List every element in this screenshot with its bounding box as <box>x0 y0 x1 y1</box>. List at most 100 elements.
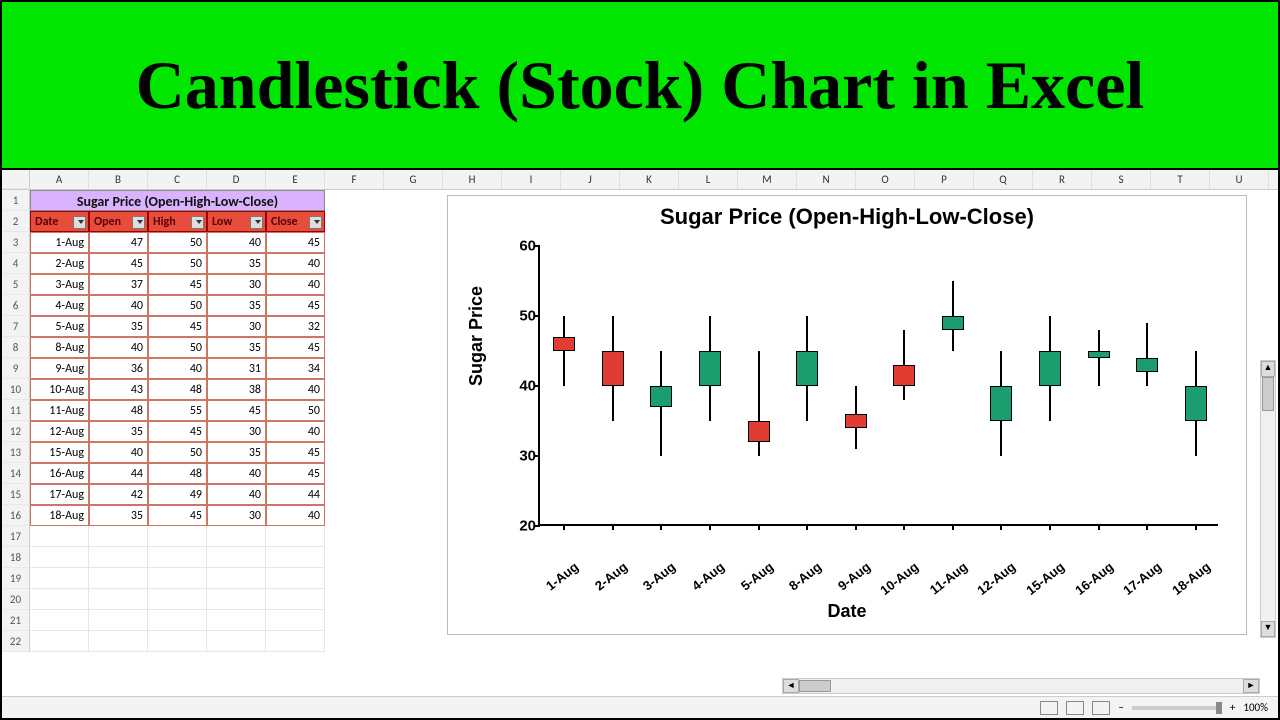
table-cell[interactable]: 30 <box>207 274 266 295</box>
table-cell[interactable]: 40 <box>266 253 325 274</box>
table-header-cell[interactable]: Date <box>30 211 89 232</box>
table-header-cell[interactable]: Close <box>266 211 325 232</box>
row-number[interactable]: 14 <box>2 463 30 484</box>
vertical-scrollbar[interactable]: ▲ ▼ <box>1260 360 1276 638</box>
table-cell[interactable]: 35 <box>89 316 148 337</box>
table-cell[interactable]: 50 <box>148 337 207 358</box>
empty-cell[interactable] <box>266 589 325 610</box>
column-header[interactable]: K <box>620 170 679 189</box>
table-cell[interactable]: 8-Aug <box>30 337 89 358</box>
horizontal-scroll-thumb[interactable] <box>799 680 831 692</box>
empty-cell[interactable] <box>148 547 207 568</box>
row-number[interactable]: 19 <box>2 568 30 589</box>
column-header[interactable]: S <box>1092 170 1151 189</box>
table-cell[interactable]: 42 <box>89 484 148 505</box>
scroll-up-button[interactable]: ▲ <box>1261 361 1275 377</box>
horizontal-scrollbar[interactable]: ◄ ► <box>782 678 1260 694</box>
table-cell[interactable]: 48 <box>89 400 148 421</box>
table-cell[interactable]: 17-Aug <box>30 484 89 505</box>
empty-cell[interactable] <box>266 631 325 652</box>
table-cell[interactable]: 2-Aug <box>30 253 89 274</box>
table-cell[interactable]: 3-Aug <box>30 274 89 295</box>
candlestick-chart[interactable]: Sugar Price (Open-High-Low-Close) Sugar … <box>447 195 1247 635</box>
column-header[interactable]: T <box>1151 170 1210 189</box>
table-cell[interactable]: 40 <box>207 232 266 253</box>
table-cell[interactable]: 1-Aug <box>30 232 89 253</box>
empty-cell[interactable] <box>148 631 207 652</box>
row-number[interactable]: 1 <box>2 190 30 211</box>
table-cell[interactable]: 55 <box>148 400 207 421</box>
empty-cell[interactable] <box>89 568 148 589</box>
table-cell[interactable]: 34 <box>266 358 325 379</box>
row-number[interactable]: 21 <box>2 610 30 631</box>
zoom-out-button[interactable]: − <box>1118 701 1123 714</box>
table-cell[interactable]: 50 <box>148 253 207 274</box>
row-number[interactable]: 22 <box>2 631 30 652</box>
table-cell[interactable]: 30 <box>207 505 266 526</box>
table-cell[interactable]: 16-Aug <box>30 463 89 484</box>
table-header-cell[interactable]: Open <box>89 211 148 232</box>
table-cell[interactable]: 40 <box>89 337 148 358</box>
table-cell[interactable]: 40 <box>148 358 207 379</box>
table-cell[interactable]: 45 <box>207 400 266 421</box>
empty-cell[interactable] <box>89 610 148 631</box>
table-cell[interactable]: 5-Aug <box>30 316 89 337</box>
row-number[interactable]: 17 <box>2 526 30 547</box>
empty-cell[interactable] <box>30 631 89 652</box>
table-cell[interactable]: 38 <box>207 379 266 400</box>
table-cell[interactable]: 48 <box>148 463 207 484</box>
vertical-scroll-thumb[interactable] <box>1262 377 1274 411</box>
column-header[interactable]: L <box>679 170 738 189</box>
empty-cell[interactable] <box>148 610 207 631</box>
scroll-left-button[interactable]: ◄ <box>783 679 799 693</box>
empty-cell[interactable] <box>30 610 89 631</box>
column-header[interactable]: O <box>856 170 915 189</box>
table-cell[interactable]: 37 <box>89 274 148 295</box>
select-all-corner[interactable] <box>2 170 30 189</box>
empty-cell[interactable] <box>89 547 148 568</box>
table-cell[interactable]: 35 <box>207 337 266 358</box>
table-cell[interactable]: 50 <box>148 442 207 463</box>
row-number[interactable]: 12 <box>2 421 30 442</box>
table-cell[interactable]: 11-Aug <box>30 400 89 421</box>
row-number[interactable]: 18 <box>2 547 30 568</box>
table-cell[interactable]: 48 <box>148 379 207 400</box>
table-cell[interactable]: 30 <box>207 421 266 442</box>
zoom-slider[interactable] <box>1132 706 1222 710</box>
scroll-right-button[interactable]: ► <box>1243 679 1259 693</box>
row-number[interactable]: 15 <box>2 484 30 505</box>
table-header-cell[interactable]: Low <box>207 211 266 232</box>
empty-cell[interactable] <box>30 568 89 589</box>
table-cell[interactable]: 45 <box>148 505 207 526</box>
row-number[interactable]: 11 <box>2 400 30 421</box>
spreadsheet-grid[interactable]: 1Sugar Price (Open-High-Low-Close)2DateO… <box>2 190 325 652</box>
table-cell[interactable]: 15-Aug <box>30 442 89 463</box>
table-cell[interactable]: 45 <box>148 421 207 442</box>
page-break-view-icon[interactable] <box>1092 701 1110 715</box>
table-cell[interactable]: 9-Aug <box>30 358 89 379</box>
table-cell[interactable]: 50 <box>148 232 207 253</box>
table-cell[interactable]: 45 <box>148 316 207 337</box>
table-cell[interactable]: 40 <box>207 463 266 484</box>
zoom-in-button[interactable]: + <box>1230 701 1235 714</box>
empty-cell[interactable] <box>148 526 207 547</box>
empty-cell[interactable] <box>30 526 89 547</box>
empty-cell[interactable] <box>266 568 325 589</box>
row-number[interactable]: 16 <box>2 505 30 526</box>
table-cell[interactable]: 35 <box>207 253 266 274</box>
table-cell[interactable]: 40 <box>266 379 325 400</box>
table-header-cell[interactable]: High <box>148 211 207 232</box>
normal-view-icon[interactable] <box>1040 701 1058 715</box>
empty-cell[interactable] <box>207 547 266 568</box>
row-number[interactable]: 13 <box>2 442 30 463</box>
page-layout-view-icon[interactable] <box>1066 701 1084 715</box>
empty-cell[interactable] <box>207 631 266 652</box>
empty-cell[interactable] <box>207 589 266 610</box>
column-header[interactable]: N <box>797 170 856 189</box>
empty-cell[interactable] <box>148 589 207 610</box>
row-number[interactable]: 7 <box>2 316 30 337</box>
column-header[interactable]: P <box>915 170 974 189</box>
empty-cell[interactable] <box>266 610 325 631</box>
column-header[interactable]: D <box>207 170 266 189</box>
empty-cell[interactable] <box>207 526 266 547</box>
